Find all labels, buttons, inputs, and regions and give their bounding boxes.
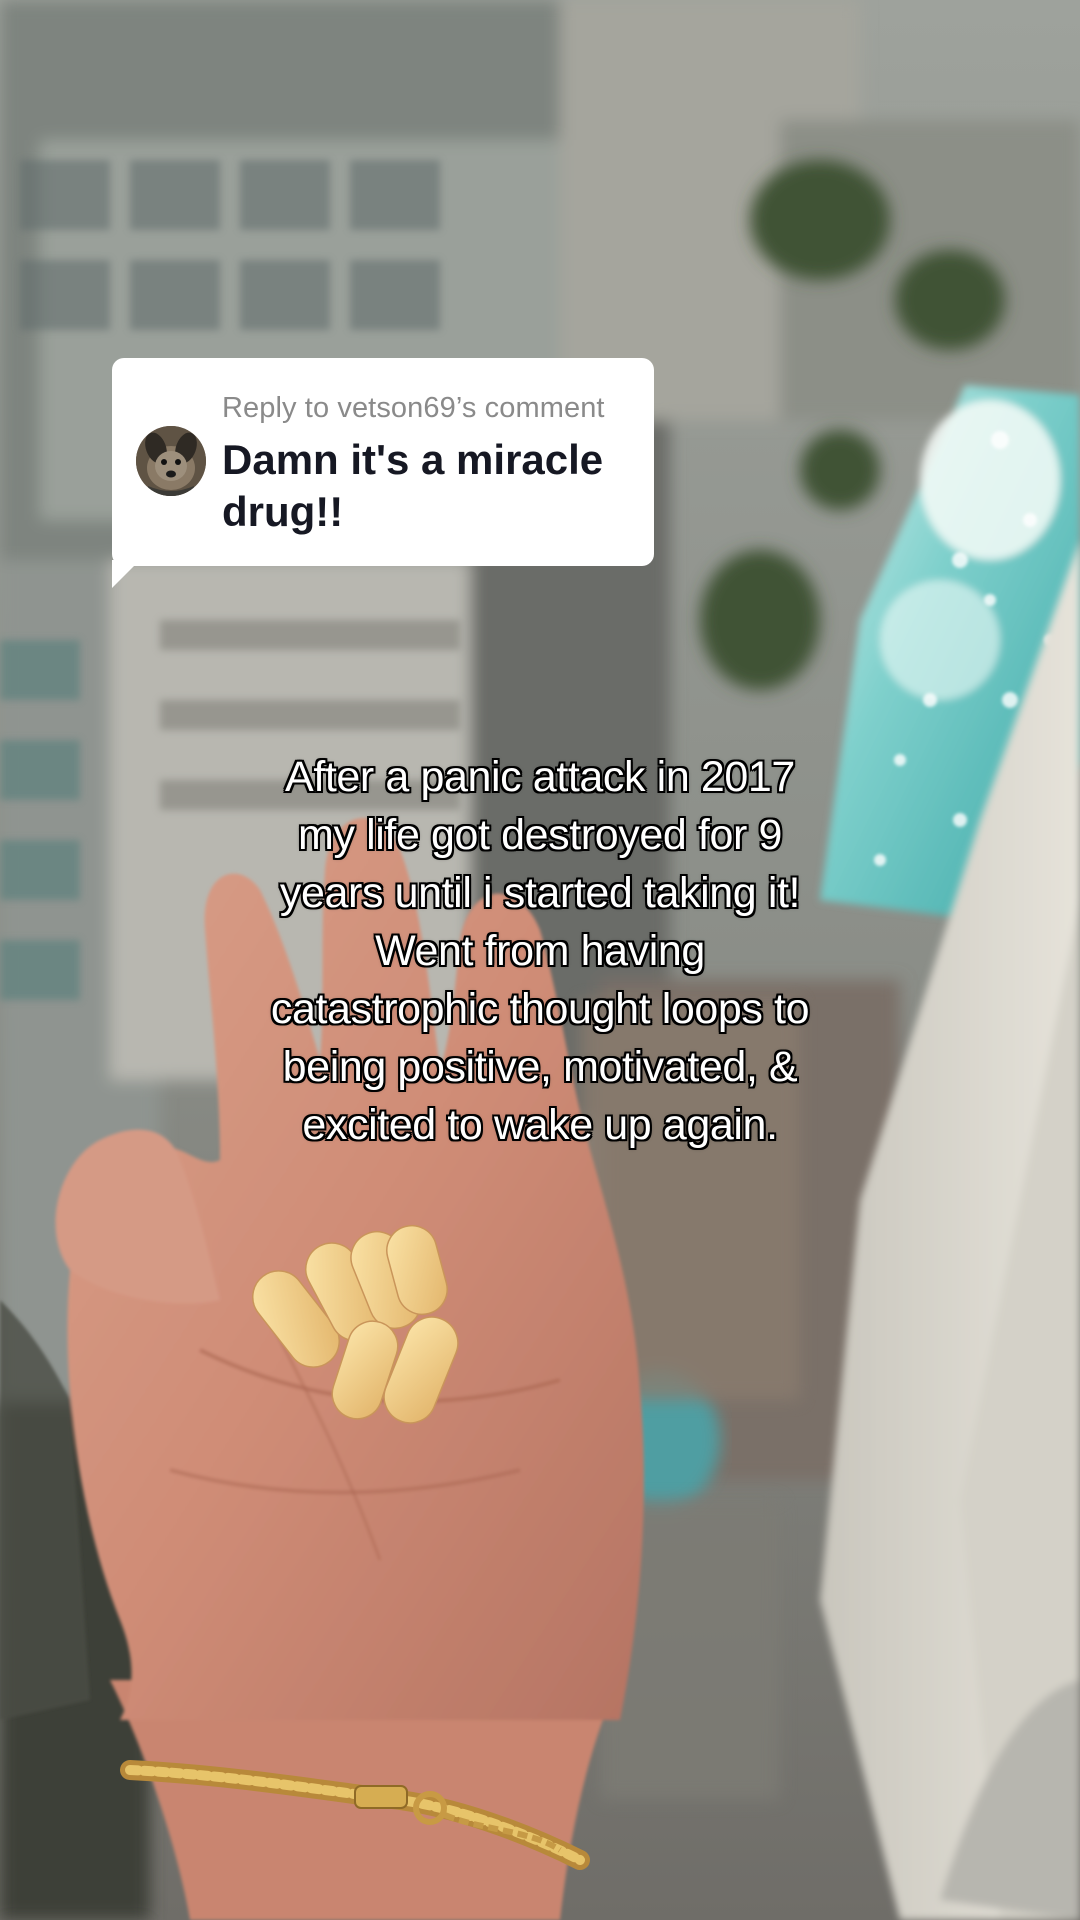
reply-to-label: Reply to vetson69’s comment <box>222 392 605 424</box>
caption-line: After a panic attack in 2017 <box>285 753 795 801</box>
caption-line: Went from having <box>375 927 705 975</box>
caption-line: excited to wake up again. <box>302 1101 778 1149</box>
dog-avatar-icon <box>136 426 206 496</box>
video-caption: After a panic attack in 2017 my life got… <box>190 748 890 1154</box>
reply-bubble-tail <box>112 560 140 588</box>
caption-line: my life got destroyed for 9 <box>298 811 782 859</box>
caption-line: being positive, motivated, & <box>282 1043 798 1091</box>
caption-line: years until i started taking it! <box>279 869 801 917</box>
caption-line: catastrophic thought loops to <box>270 985 810 1033</box>
replied-comment-text: Damn it's a miracle drug!! <box>222 436 604 535</box>
video-frame[interactable]: Reply to vetson69’s comment Damn it's a … <box>0 0 1080 1920</box>
